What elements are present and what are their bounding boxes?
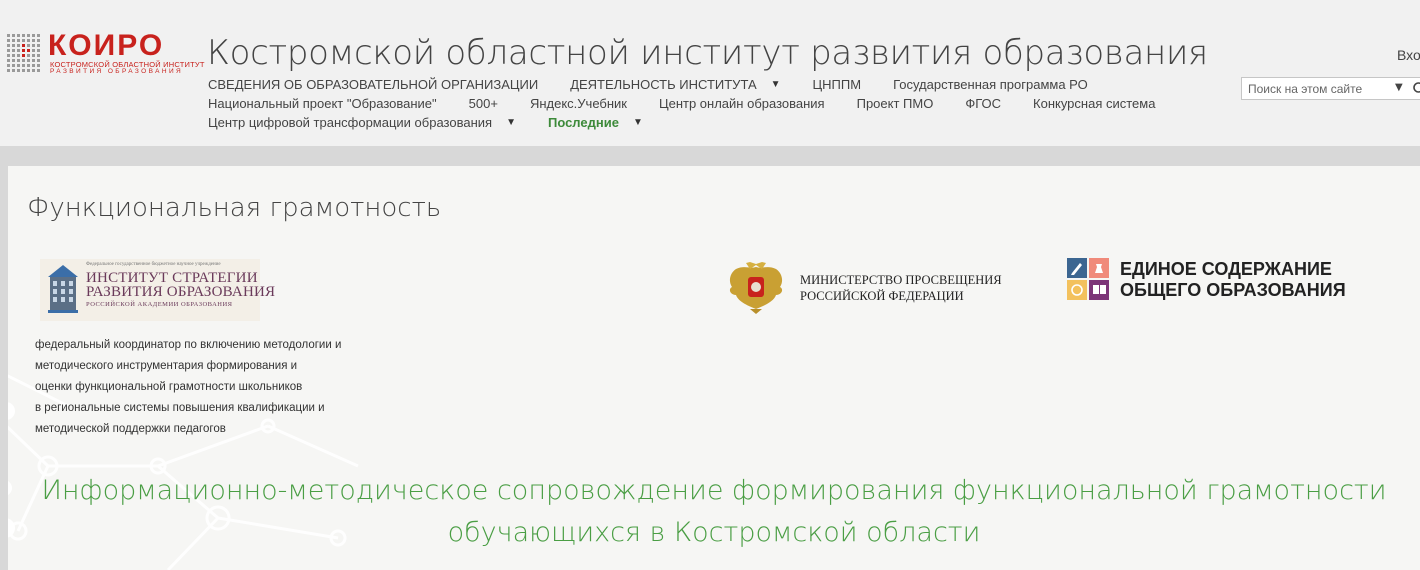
nav-item-digital-transformation[interactable]: Центр цифровой трансформации образования…	[208, 115, 516, 130]
edinoe-tiles-icon	[1067, 258, 1109, 300]
nav-item-yandex-uchebnik[interactable]: Яндекс.Учебник	[530, 96, 627, 111]
nav-item-pmo-project[interactable]: Проект ПМО	[857, 96, 934, 111]
ministry-of-education-logo[interactable]: МИНИСТЕРСТВО ПРОСВЕЩЕНИЯ РОССИЙСКОЙ ФЕДЕ…	[724, 261, 1024, 315]
description-line: оценки функциональной грамотности школьн…	[35, 381, 303, 393]
top-nav-row-2: Национальный проект "Образование" 500+ Я…	[208, 94, 1155, 113]
nav-item-national-project[interactable]: Национальный проект "Образование"	[208, 96, 437, 111]
page-title: Функциональная грамотность	[27, 193, 442, 223]
description-line: методического инструментария формировани…	[35, 360, 298, 372]
chevron-down-icon[interactable]: ▼	[633, 117, 643, 128]
logo-subtitle-2: РАЗВИТИЯ ОБРАЗОВАНИЯ	[50, 68, 184, 75]
login-link[interactable]: Вход	[1397, 47, 1420, 63]
nav-item-online-education-center[interactable]: Центр онлайн образования	[659, 96, 825, 111]
edinoe-title-line-1: ЕДИНОЕ СОДЕРЖАНИЕ	[1120, 259, 1332, 279]
logo-name: КОИРО	[48, 29, 165, 62]
headline-line-1: Информационно-методическое сопровождение…	[41, 475, 1387, 506]
nav-item-recent[interactable]: Последние ▼	[548, 115, 643, 130]
chevron-down-icon[interactable]: ▼	[506, 117, 516, 128]
edinoe-title-line-2: ОБЩЕГО ОБРАЗОВАНИЯ	[1120, 280, 1346, 300]
search-input[interactable]	[1242, 78, 1392, 99]
nav-item-500-plus[interactable]: 500+	[469, 96, 498, 111]
nav-item-institute-activity[interactable]: ДЕЯТЕЛЬНОСТЬ ИНСТИТУТА ▼	[570, 77, 780, 92]
nav-item-fgos[interactable]: ФГОС	[965, 96, 1001, 111]
description-line: методической поддержки педагогов	[35, 423, 226, 435]
description-line: в региональные системы повышения квалифи…	[35, 402, 325, 414]
site-title[interactable]: Костромской областной институт развития …	[207, 33, 1208, 73]
nav-item-cnppm[interactable]: ЦНППМ	[813, 77, 862, 92]
nav-item-state-program[interactable]: Государственная программа РО	[893, 77, 1088, 92]
isro-rao-logo[interactable]: Федеральное государственное бюджетное на…	[40, 259, 275, 321]
chevron-down-icon[interactable]: ▼	[771, 79, 781, 90]
description-line: федеральный координатор по включению мет…	[35, 339, 342, 351]
koiro-logo[interactable]: КОИРО КОСТРОМСКОЙ ОБЛАСТНОЙ ИНСТИТУТ РАЗ…	[6, 29, 204, 75]
main-content: Функциональная грамотность Федеральное г…	[8, 166, 1420, 570]
top-nav-row-3: Центр цифровой трансформации образования…	[208, 113, 643, 132]
top-nav-row-1: СВЕДЕНИЯ ОБ ОБРАЗОВАТЕЛЬНОЙ ОРГАНИЗАЦИИ …	[208, 75, 1088, 94]
search-icon[interactable]	[1412, 81, 1420, 97]
section-headline: Информационно-методическое сопровождение…	[8, 470, 1420, 554]
site-header: КОИРО КОСТРОМСКОЙ ОБЛАСТНОЙ ИНСТИТУТ РАЗ…	[0, 0, 1420, 146]
headline-line-2: обучающихся в Костромской области	[447, 517, 981, 548]
search-scope-dropdown-icon[interactable]: ▼	[1395, 82, 1403, 93]
edinoe-title: ЕДИНОЕ СОДЕРЖАНИЕ ОБЩЕГО ОБРАЗОВАНИЯ	[1120, 259, 1346, 301]
building-icon	[48, 265, 78, 313]
edinoe-soderzhanie-logo[interactable]: ЕДИНОЕ СОДЕРЖАНИЕ ОБЩЕГО ОБРАЗОВАНИЯ	[1067, 258, 1367, 302]
nav-item-organization-info[interactable]: СВЕДЕНИЯ ОБ ОБРАЗОВАТЕЛЬНОЙ ОРГАНИЗАЦИИ	[208, 77, 538, 92]
ministry-name: МИНИСТЕРСТВО ПРОСВЕЩЕНИЯ РОССИЙСКОЙ ФЕДЕ…	[800, 272, 1002, 304]
ministry-name-line-1: МИНИСТЕРСТВО ПРОСВЕЩЕНИЯ	[800, 273, 1002, 287]
logo-dot-grid-icon	[7, 34, 40, 72]
nav-item-competition-system[interactable]: Конкурсная система	[1033, 96, 1155, 111]
ministry-name-line-2: РОССИЙСКОЙ ФЕДЕРАЦИИ	[800, 289, 964, 303]
isro-logo-caption: Федеральное государственное бюджетное на…	[86, 262, 221, 267]
site-search: ▼	[1241, 77, 1420, 100]
isro-logo-line-3: РОССИЙСКОЙ АКАДЕМИИ ОБРАЗОВАНИЯ	[86, 301, 233, 308]
isro-description: федеральный координатор по включению мет…	[35, 335, 395, 440]
isro-logo-line-2: РАЗВИТИЯ ОБРАЗОВАНИЯ	[86, 284, 276, 300]
coat-of-arms-eagle-icon	[729, 262, 783, 314]
